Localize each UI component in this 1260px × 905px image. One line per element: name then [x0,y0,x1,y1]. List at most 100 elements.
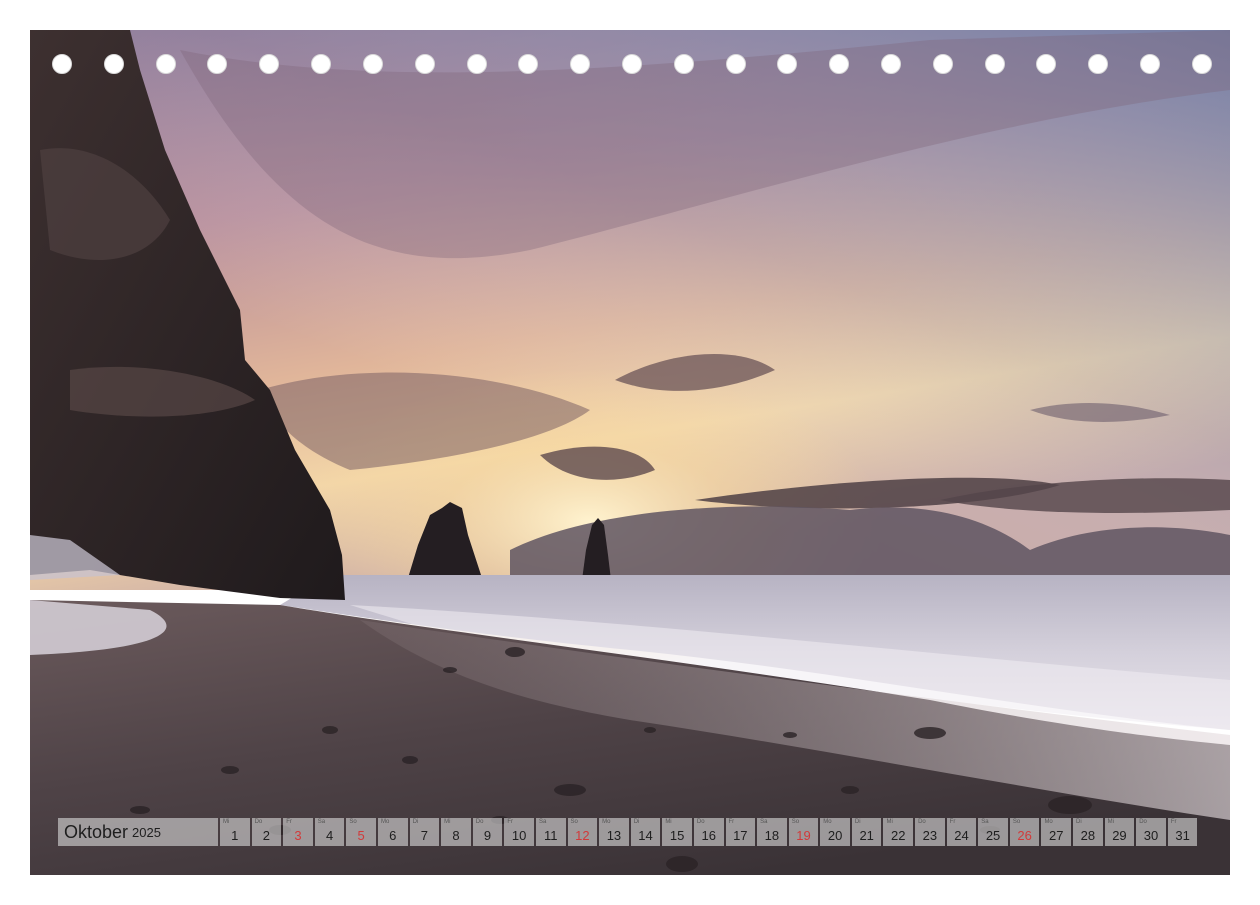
month-name: Oktober [64,821,129,842]
binding-hole [984,54,1005,74]
day-number: 19 [796,828,811,843]
weekday-abbr: Mi [223,819,230,825]
calendar-strip: Oktober 2025 Mi 1 Do 2 Fr 3 Sa 4 So 5 Mo 6 Di 7 Mi 8 Do 9… [58,818,1199,846]
day-number: 30 [1143,828,1159,843]
weekday-abbr: Sa [981,819,989,825]
day-number: 12 [575,828,590,843]
calendar-day: Sa 4 [314,818,345,846]
weekday-abbr: Di [633,819,640,825]
calendar-page: Oktober 2025 Mi 1 Do 2 Fr 3 Sa 4 So 5 Mo 6 Di 7 Mi 8 Do 9… [0,0,1260,905]
weekday-abbr: Mo [1044,819,1053,825]
calendar-day: So 19 [788,818,819,846]
binding-hole [1191,54,1212,74]
binding-hole [777,54,798,74]
binding-hole [52,54,72,74]
binding-hole [414,54,435,74]
binding-hole [1088,54,1109,74]
day-number: 13 [606,828,622,843]
day-number: 23 [922,828,938,843]
calendar-day: Sa 11 [535,818,566,846]
calendar-day: Di 21 [851,818,882,846]
calendar-day: Mo 27 [1041,818,1072,846]
calendar-day: Do 16 [693,818,724,846]
day-number: 6 [389,828,397,843]
day-number: 25 [985,828,1001,843]
binding-hole [1036,54,1057,74]
calendar-day: Mi 1 [220,818,250,846]
weekday-abbr: So [570,819,578,825]
day-number: 31 [1175,828,1190,843]
day-number: 18 [764,828,780,843]
weekday-abbr: Di [1076,819,1082,825]
calendar-day: So 5 [346,818,376,846]
calendar-day: Di 7 [409,818,440,846]
day-number: 28 [1080,828,1096,843]
calendar-day: Fr 10 [504,818,534,846]
binding-hole [829,54,850,74]
weekday-abbr: Do [254,819,263,825]
binding-hole [881,54,901,74]
weekday-abbr: Fr [949,819,956,825]
calendar-day: So 12 [567,818,598,846]
day-number: 3 [294,828,302,843]
day-number: 8 [452,828,460,843]
month-label-cell: Oktober 2025 [58,818,218,846]
weekday-abbr: Do [475,819,484,825]
calendar-day: Mo 6 [377,818,408,846]
calendar-day: Mo 20 [820,818,850,846]
calendar-day: Mo 13 [599,818,629,846]
day-number: 2 [262,828,270,843]
binding-hole [1140,54,1161,74]
day-number: 9 [483,828,492,843]
weekday-abbr: Di [412,819,419,825]
calendar-day: Di 14 [630,818,661,846]
binding-hole [518,54,539,74]
calendar-day: Fr 31 [1167,818,1198,846]
binding-hole [311,54,332,74]
weekday-abbr: Do [696,819,705,825]
day-number: 7 [420,828,428,843]
landscape-photo [30,30,1230,875]
calendar-day: So 26 [1009,818,1040,846]
binding-hole [932,54,953,74]
calendar-day: Fr 24 [946,818,977,846]
weekday-abbr: Fr [728,819,735,825]
weekday-abbr: Sa [317,819,326,825]
calendar-day: Mi 22 [883,818,914,846]
calendar-day: Fr 17 [725,818,756,846]
weekday-abbr: So [1012,819,1021,825]
day-number: 10 [511,828,527,843]
day-number: 16 [701,828,716,843]
calendar-day: Sa 18 [757,818,787,846]
day-number: 27 [1049,828,1064,843]
calendar-day: Mi 8 [441,818,471,846]
calendar-day: Mi 15 [662,818,692,846]
binding-hole [207,54,228,74]
weekday-abbr: Fr [507,819,514,825]
binding-hole [103,54,124,74]
day-number: 17 [733,828,748,843]
binding-holes [52,54,1212,80]
weekday-abbr: Fr [286,819,292,825]
calendar-day: Do 23 [915,818,945,846]
calendar-day: Do 9 [472,818,503,846]
day-number: 22 [891,828,906,843]
day-number: 26 [1017,828,1032,843]
weekday-abbr: Mi [665,819,672,825]
binding-hole [466,54,487,74]
weekday-abbr: Mi [1107,819,1114,825]
beach-sunset-scene [30,30,1230,875]
day-number: 15 [669,828,685,843]
weekday-abbr: Mo [823,819,832,825]
month-year: 2025 [132,824,161,840]
weekday-abbr: Fr [1170,819,1177,825]
weekday-abbr: Sa [538,819,547,825]
day-number: 24 [954,828,969,843]
day-number: 29 [1112,828,1127,843]
day-number: 5 [357,828,365,843]
weekday-abbr: So [349,819,357,825]
day-number: 11 [543,828,558,843]
binding-hole [725,54,746,74]
day-number: 14 [638,828,653,843]
binding-hole [259,54,280,74]
